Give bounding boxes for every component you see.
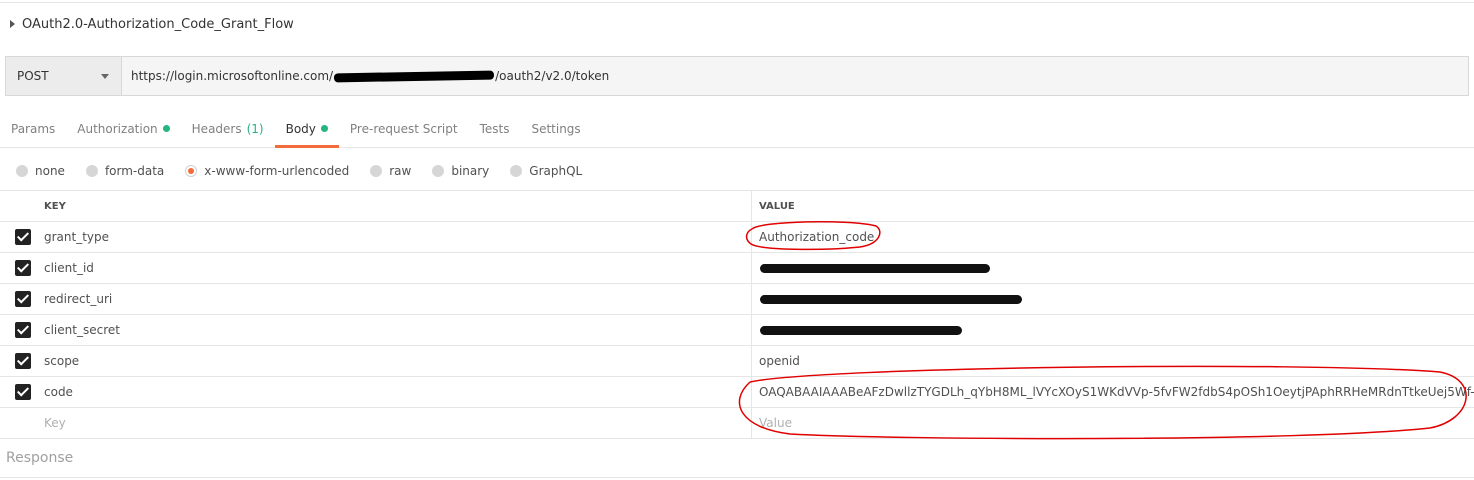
- param-key[interactable]: client_id: [36, 253, 752, 283]
- response-section[interactable]: Response: [0, 438, 1474, 478]
- redaction-mark: [334, 70, 495, 82]
- status-dot-icon: [162, 125, 170, 132]
- radio-icon[interactable]: [16, 165, 28, 177]
- param-value[interactable]: OAQABAAIAAABeAFzDwllzTYGDLh_qYbH8ML_lVYc…: [752, 377, 1474, 407]
- tab-params[interactable]: Params: [0, 110, 66, 147]
- param-value[interactable]: Authorization_code: [752, 222, 1474, 252]
- radio-icon[interactable]: [85, 165, 98, 177]
- tab-settings[interactable]: Settings: [520, 110, 591, 147]
- redaction-mark: [760, 325, 962, 335]
- radio-icon[interactable]: [510, 165, 523, 177]
- tab-body[interactable]: Body: [274, 110, 340, 148]
- body-type-urlencoded[interactable]: x-www-form-urlencoded: [185, 164, 349, 178]
- status-dot-icon: [320, 125, 328, 132]
- param-key[interactable]: scope: [36, 346, 752, 376]
- caret-right-icon[interactable]: [10, 20, 15, 28]
- top-strip: [0, 0, 1474, 3]
- radio-icon[interactable]: [370, 165, 383, 177]
- table-header-row: KEY VALUE: [0, 191, 1474, 222]
- new-param-row: Key Value: [0, 408, 1474, 439]
- row-checkbox[interactable]: [15, 291, 31, 307]
- table-row: client_secret: [0, 315, 1474, 346]
- param-value-redacted[interactable]: [752, 315, 1474, 345]
- tab-label: Authorization: [77, 121, 158, 136]
- row-checkbox[interactable]: [15, 322, 31, 338]
- table-row: scope openid: [0, 346, 1474, 377]
- radio-label: raw: [389, 164, 412, 178]
- url-input[interactable]: https://login.microsoftonline.com/ /oaut…: [122, 57, 1468, 95]
- request-title[interactable]: OAuth2.0-Authorization_Code_Grant_Flow: [22, 17, 294, 32]
- key-column-header: KEY: [36, 191, 752, 221]
- value-column-header: VALUE: [759, 200, 795, 212]
- row-checkbox[interactable]: [15, 229, 31, 245]
- tab-headers[interactable]: Headers (1): [181, 110, 275, 147]
- tab-label: Settings: [531, 121, 581, 136]
- param-value-redacted[interactable]: [752, 284, 1474, 314]
- response-label: Response: [6, 450, 74, 466]
- row-checkbox[interactable]: [15, 384, 31, 400]
- param-key[interactable]: code: [36, 377, 752, 407]
- tab-label: Tests: [479, 121, 510, 136]
- body-type-raw[interactable]: raw: [370, 164, 411, 178]
- param-value[interactable]: openid: [752, 346, 1474, 376]
- redaction-mark: [760, 263, 990, 273]
- tab-label: Body: [285, 121, 316, 136]
- param-value-redacted[interactable]: [752, 253, 1474, 283]
- radio-label: binary: [451, 164, 490, 178]
- radio-label: x-www-form-urlencoded: [204, 164, 350, 178]
- tab-authorization[interactable]: Authorization: [66, 110, 180, 147]
- new-key-input[interactable]: Key: [36, 408, 752, 438]
- radio-selected-icon[interactable]: [185, 165, 198, 177]
- table-row: client_id: [0, 253, 1474, 284]
- method-label: POST: [17, 69, 49, 83]
- request-tabs: Params Authorization Headers (1) Body Pre…: [0, 110, 1474, 148]
- radio-label: form-data: [104, 164, 165, 178]
- radio-label: none: [35, 164, 65, 178]
- url-bar: POST https://login.microsoftonline.com/ …: [5, 56, 1469, 96]
- new-value-input[interactable]: Value: [752, 408, 1474, 438]
- url-suffix: /oauth2/v2.0/token: [495, 69, 610, 83]
- body-params-table: KEY VALUE grant_type Authorization_code …: [0, 190, 1474, 439]
- chevron-down-icon: [101, 73, 109, 79]
- method-select[interactable]: POST: [6, 57, 122, 95]
- radio-icon[interactable]: [432, 165, 445, 177]
- row-checkbox[interactable]: [15, 260, 31, 276]
- table-row: code OAQABAAIAAABeAFzDwllzTYGDLh_qYbH8ML…: [0, 377, 1474, 408]
- tab-label: Headers: [191, 121, 242, 136]
- body-type-graphql[interactable]: GraphQL: [510, 164, 582, 178]
- row-checkbox[interactable]: [15, 353, 31, 369]
- request-title-bar[interactable]: OAuth2.0-Authorization_Code_Grant_Flow: [0, 4, 1474, 44]
- body-type-binary[interactable]: binary: [432, 164, 489, 178]
- tab-tests[interactable]: Tests: [469, 110, 521, 147]
- param-key[interactable]: client_secret: [36, 315, 752, 345]
- radio-label: GraphQL: [529, 164, 583, 178]
- tab-label: Pre-request Script: [349, 121, 458, 136]
- tab-pre-request-script[interactable]: Pre-request Script: [339, 110, 469, 147]
- body-type-radio-group: none form-data x-www-form-urlencoded raw…: [0, 155, 1474, 187]
- body-type-none[interactable]: none: [16, 164, 65, 178]
- param-key[interactable]: redirect_uri: [36, 284, 752, 314]
- url-prefix: https://login.microsoftonline.com/: [131, 69, 334, 83]
- tab-label: Params: [11, 121, 56, 136]
- table-row: grant_type Authorization_code: [0, 222, 1474, 253]
- header-count-badge: (1): [246, 121, 264, 136]
- body-type-form-data[interactable]: form-data: [85, 164, 165, 178]
- table-row: redirect_uri: [0, 284, 1474, 315]
- redaction-mark: [760, 294, 1022, 304]
- param-key[interactable]: grant_type: [36, 222, 752, 252]
